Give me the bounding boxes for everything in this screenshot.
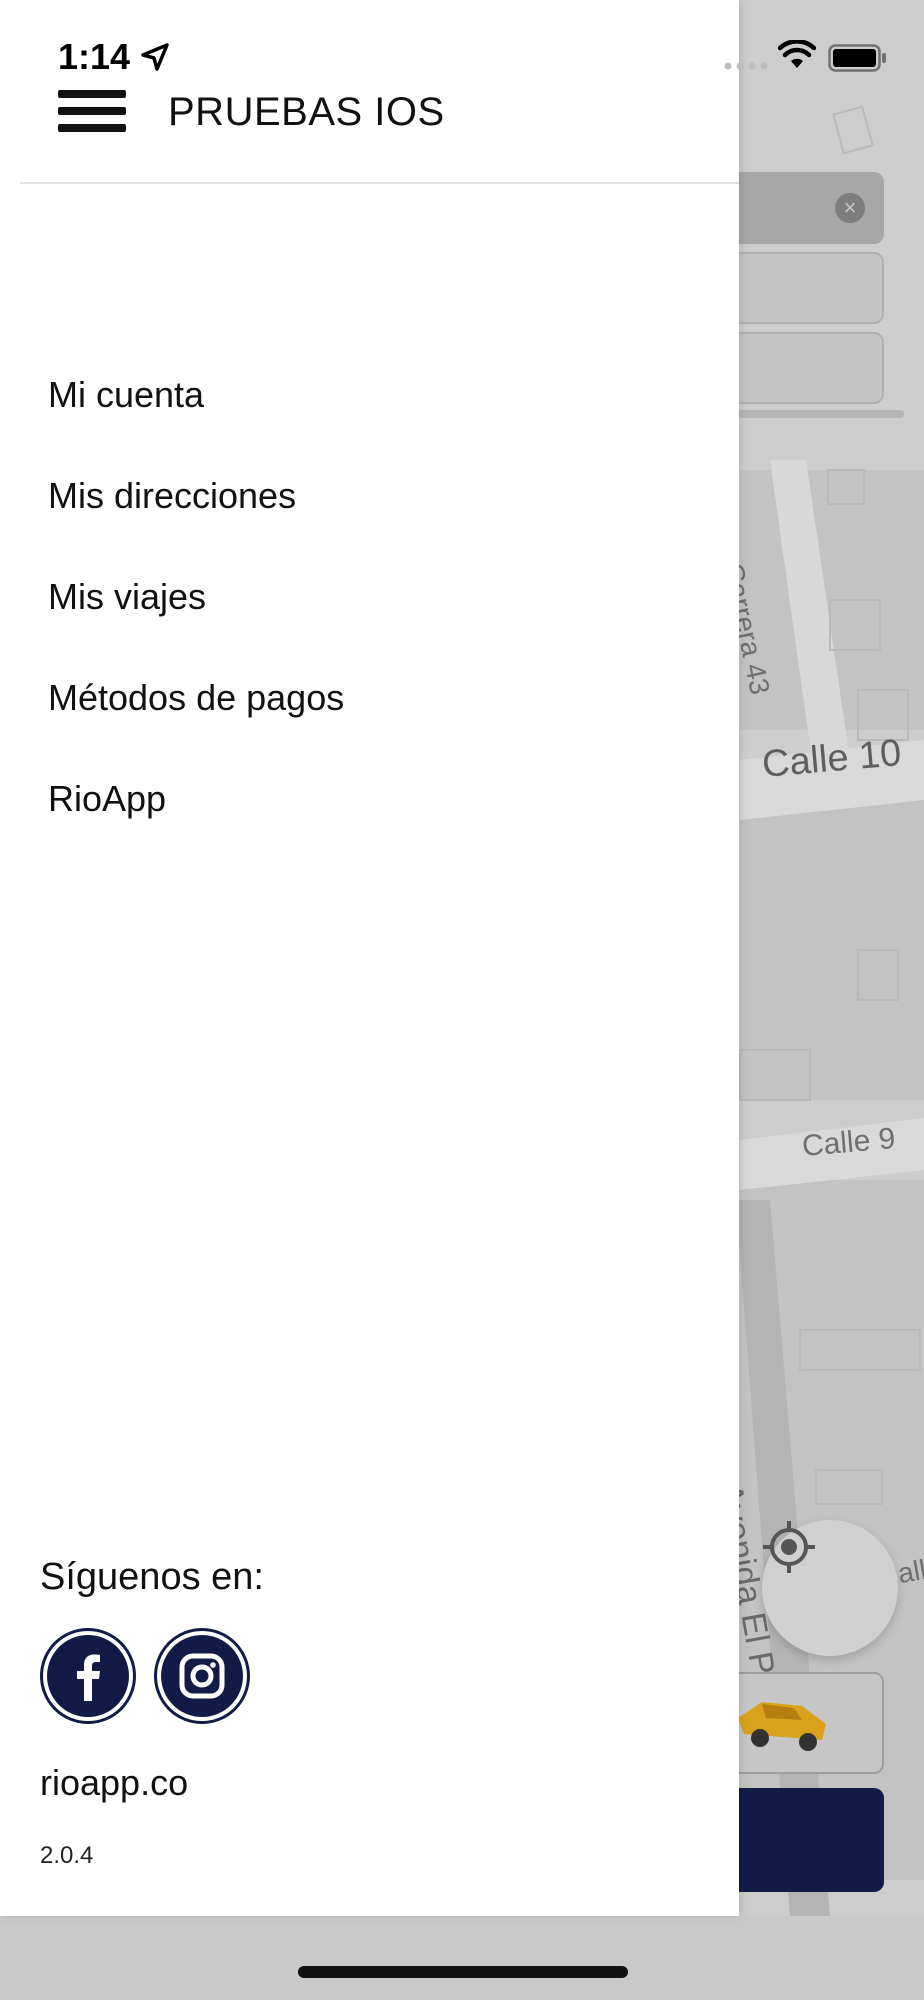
taxi-icon [738,1702,826,1751]
menu-item-mi-cuenta[interactable]: Mi cuenta [0,350,739,451]
follow-us-label: Síguenos en: [40,1556,264,1598]
street-label-partial: all [895,1553,924,1590]
instagram-button[interactable] [154,1628,250,1724]
menu-item-mis-viajes[interactable]: Mis viajes [0,552,739,653]
menu-item-mis-direcciones[interactable]: Mis direcciones [0,451,739,552]
drawer-menu: Mi cuenta Mis direcciones Mis viajes Mét… [0,350,739,855]
crosshair-icon [763,1521,815,1573]
locate-me-button[interactable] [762,1520,898,1656]
signal-icon [724,62,768,70]
menu-item-metodos-de-pagos[interactable]: Métodos de pagos [0,653,739,754]
facebook-icon [77,1654,100,1701]
home-indicator[interactable] [298,1966,628,1978]
facebook-button[interactable] [40,1628,136,1724]
status-bar: 1:14 [0,0,924,110]
wifi-icon [778,40,816,68]
clear-icon[interactable]: × [835,193,865,223]
status-time: 1:14 [58,36,131,77]
instagram-icon [179,1653,225,1699]
navigation-drawer: PRUEBAS IOS Mi cuenta Mis direcciones Mi… [0,0,739,1916]
battery-icon [828,44,886,72]
menu-item-rioapp[interactable]: RioApp [0,754,739,855]
location-arrow-icon [141,43,169,71]
website-link[interactable]: rioapp.co [40,1762,188,1804]
app-version: 2.0.4 [40,1842,94,1869]
